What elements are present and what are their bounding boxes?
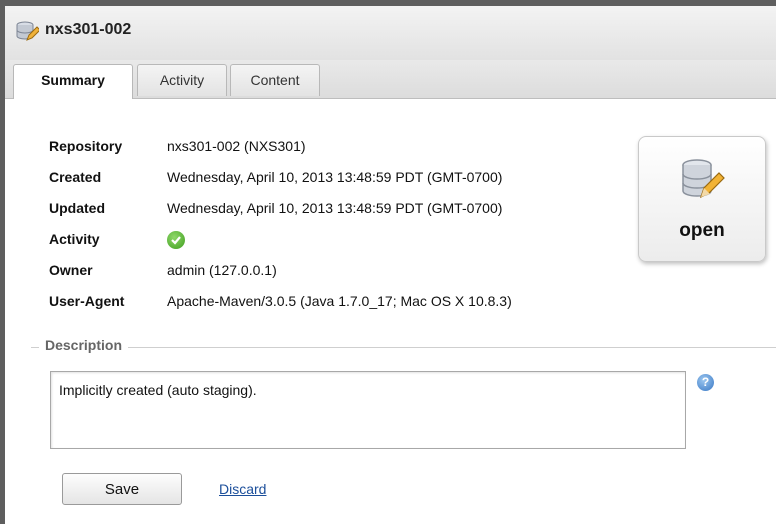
- property-value: Wednesday, April 10, 2013 13:48:59 PDT (…: [167, 169, 503, 185]
- description-textarea[interactable]: Implicitly created (auto staging).: [50, 371, 686, 449]
- open-status-label: open: [679, 220, 725, 241]
- help-icon[interactable]: ?: [697, 374, 714, 391]
- tab-summary[interactable]: Summary: [13, 64, 133, 99]
- property-value: [167, 230, 185, 252]
- discard-link[interactable]: Discard: [219, 481, 266, 497]
- window-titlebar: nxs301-002: [5, 6, 776, 61]
- property-label: Owner: [49, 262, 93, 278]
- tab-content[interactable]: Content: [230, 64, 320, 96]
- open-status-button[interactable]: open: [638, 136, 766, 262]
- tab-bar: Summary Activity Content: [5, 60, 776, 99]
- tab-activity[interactable]: Activity: [137, 64, 227, 96]
- database-edit-icon: [679, 157, 725, 203]
- check-icon: [167, 231, 185, 249]
- property-value: nxs301-002 (NXS301): [167, 138, 306, 154]
- property-value: Apache-Maven/3.0.5 (Java 1.7.0_17; Mac O…: [167, 293, 512, 309]
- property-value: Wednesday, April 10, 2013 13:48:59 PDT (…: [167, 200, 503, 216]
- description-divider: [31, 347, 776, 348]
- save-button[interactable]: Save: [62, 473, 182, 505]
- property-label: User-Agent: [49, 293, 125, 309]
- property-label: Repository: [49, 138, 123, 154]
- database-edit-icon: [15, 20, 41, 44]
- property-label: Updated: [49, 200, 105, 216]
- property-value: admin (127.0.0.1): [167, 262, 277, 278]
- property-label: Created: [49, 169, 102, 185]
- window-title: nxs301-002: [45, 21, 132, 38]
- summary-panel: Repository nxs301-002 (NXS301) Created W…: [5, 99, 776, 524]
- description-legend: Description: [39, 337, 129, 353]
- property-label: Activity: [49, 231, 100, 247]
